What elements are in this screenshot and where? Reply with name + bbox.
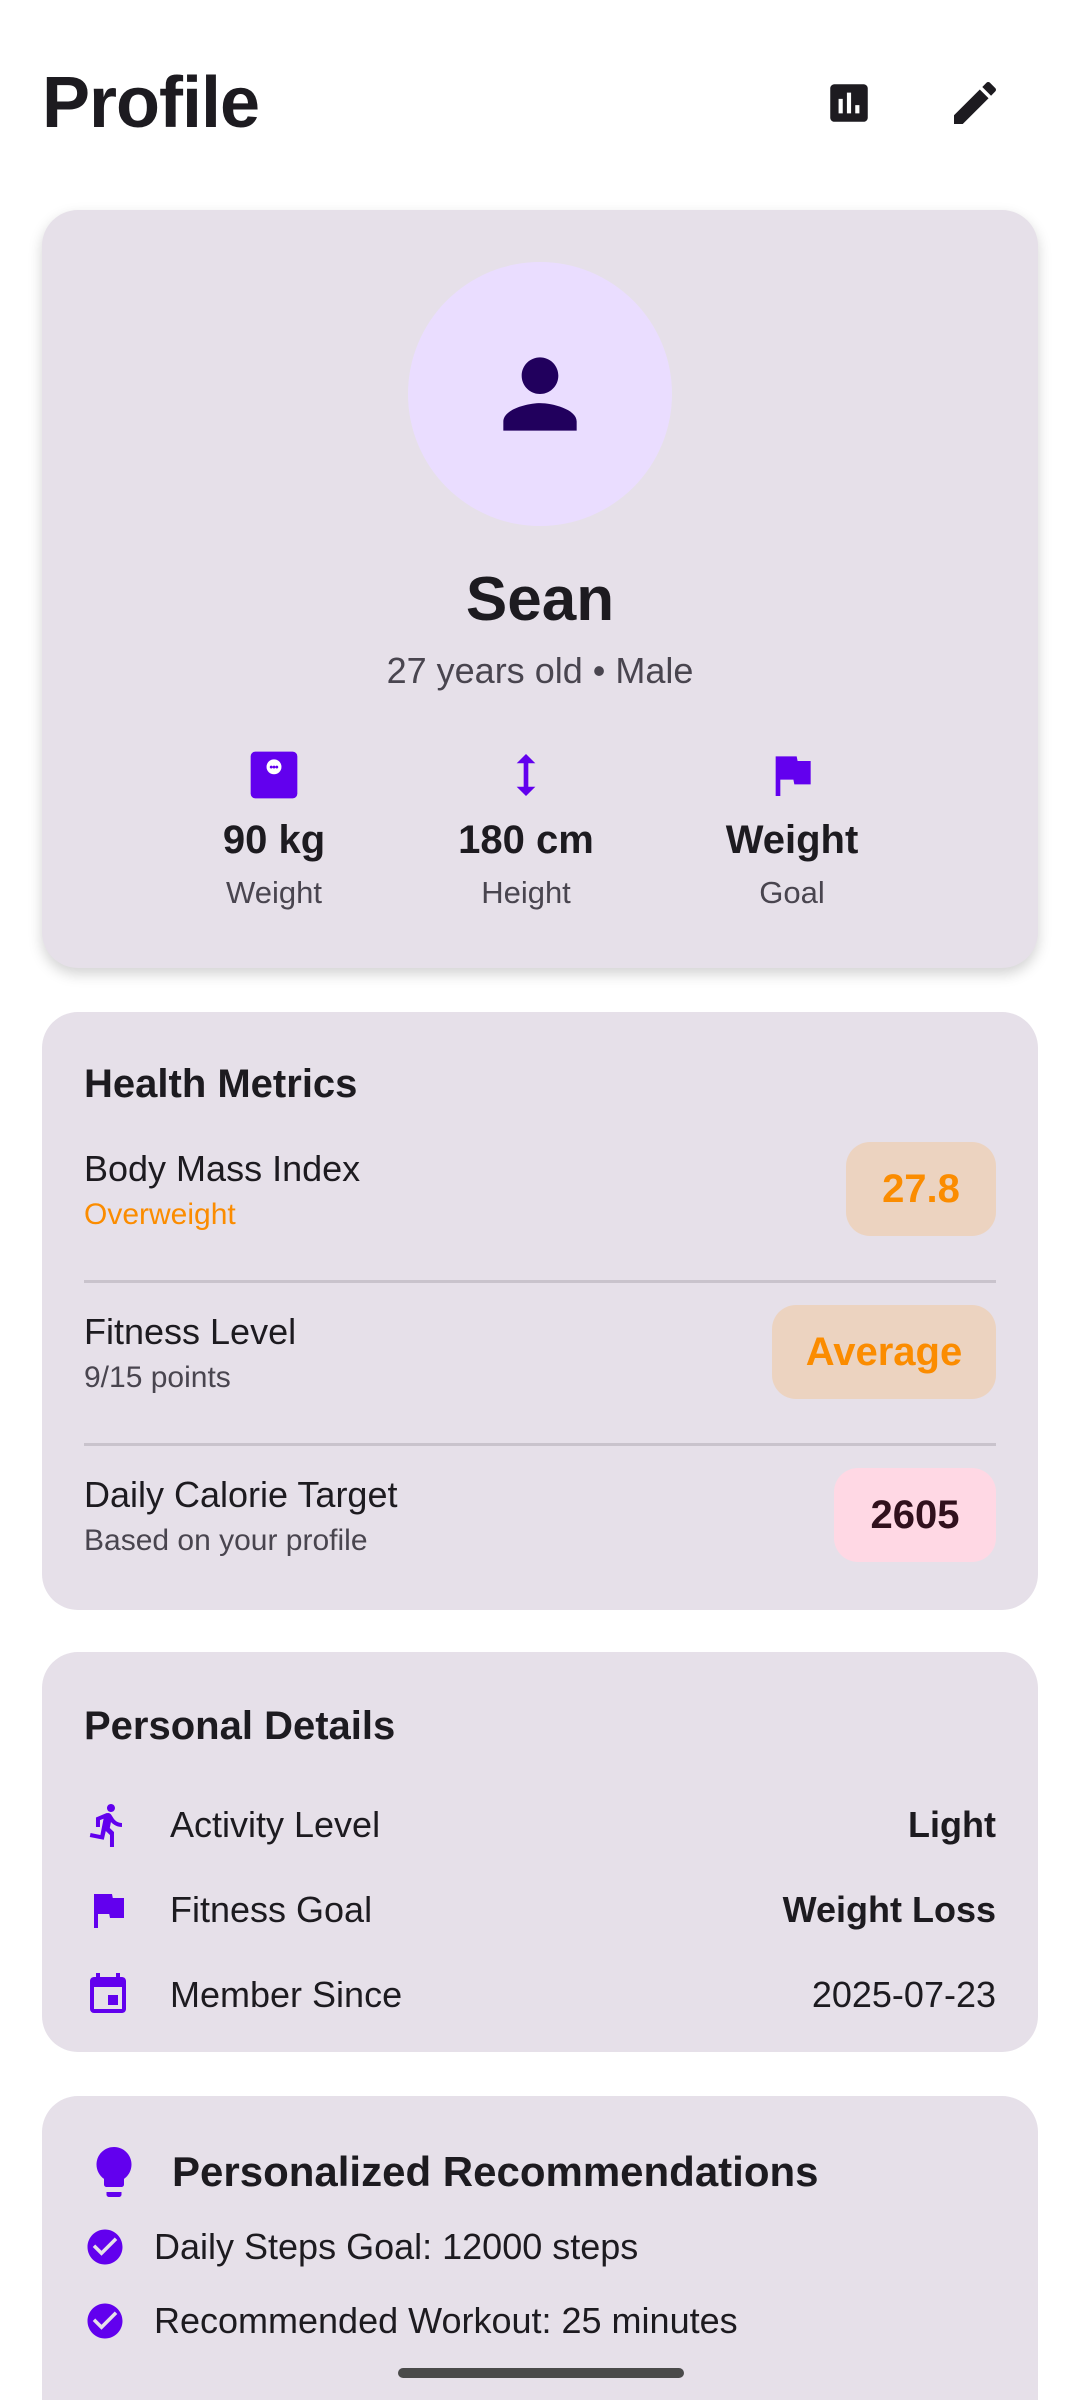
stat-height: 180 cm Height <box>376 740 676 911</box>
recommendation-workout: Recommended Workout: 25 minutes <box>154 2300 738 2341</box>
profile-summary-card: Sean 27 years old • Male 90 kg Weight 18… <box>42 210 1038 968</box>
fitness-level-title: Fitness Level <box>84 1311 297 1352</box>
bmi-title: Body Mass Index <box>84 1148 361 1189</box>
personal-details-card: Personal Details Activity Level Light Fi… <box>42 1652 1038 2052</box>
divider <box>84 1280 996 1283</box>
metric-row-bmi: Body Mass Index Overweight 27.8 <box>84 1130 996 1293</box>
lightbulb-icon <box>96 2147 132 2197</box>
fitness-level-chip: Average <box>772 1305 996 1399</box>
activity-level-label: Activity Level <box>170 1804 381 1845</box>
height-value: 180 cm <box>458 818 594 862</box>
health-metrics-title: Health Metrics <box>84 1062 358 1106</box>
avatar <box>408 262 672 526</box>
personal-details-title: Personal Details <box>84 1704 396 1748</box>
stat-goal: Weight Goal <box>642 740 942 911</box>
detail-row-member-since: Member Since 2025-07-23 <box>84 1960 996 2030</box>
user-name: Sean <box>465 565 615 634</box>
recommendations-header: Personalized Recommendations <box>84 2142 819 2202</box>
bar-chart-icon <box>830 84 868 122</box>
bmi-category: Overweight <box>84 1198 236 1231</box>
stats-button[interactable] <box>816 70 882 136</box>
height-icon <box>516 754 536 796</box>
metric-row-fitness-level: Fitness Level 9/15 points Average <box>84 1293 996 1456</box>
divider <box>84 1443 996 1446</box>
fitness-level-points: 9/15 points <box>84 1361 231 1394</box>
edit-button[interactable] <box>942 70 1008 136</box>
goal-label: Goal <box>759 875 825 910</box>
member-since-label: Member Since <box>170 1974 403 2015</box>
recommendation-item: Daily Steps Goal: 12000 steps <box>84 2226 638 2268</box>
bmi-value-chip: 27.8 <box>846 1142 996 1236</box>
page-title: Profile <box>42 63 260 143</box>
person-icon <box>503 357 577 431</box>
detail-row-fitness-goal: Fitness Goal Weight Loss <box>84 1875 996 1945</box>
calorie-target-chip: 2605 <box>834 1468 996 1562</box>
top-app-bar: Profile <box>0 0 1080 200</box>
profile-screen: Profile Sean 27 years old • Male 90 kg W… <box>0 0 1080 2400</box>
fitness-goal-value: Weight Loss <box>782 1889 996 1930</box>
recommendations-title: Personalized Recommendations <box>172 2148 819 2195</box>
recommendations-card: Personalized Recommendations Daily Steps… <box>42 2096 1038 2400</box>
check-circle-icon <box>87 2229 123 2265</box>
detail-row-activity-level: Activity Level Light <box>84 1790 996 1860</box>
calendar-icon <box>90 1973 126 2013</box>
user-age-gender: 27 years old • Male <box>386 650 694 691</box>
flag-icon <box>775 756 811 796</box>
recommendation-steps: Daily Steps Goal: 12000 steps <box>154 2226 639 2267</box>
edit-pencil-icon <box>954 81 997 124</box>
height-label: Height <box>481 875 571 910</box>
flag-icon <box>94 1894 124 1928</box>
member-since-value: 2025-07-23 <box>811 1974 996 2015</box>
calorie-target-subtitle: Based on your profile <box>84 1524 368 1557</box>
gesture-home-indicator[interactable] <box>398 2368 684 2378</box>
check-circle-icon <box>87 2303 123 2339</box>
goal-value: Weight <box>725 818 859 862</box>
calorie-target-title: Daily Calorie Target <box>84 1474 398 1515</box>
activity-level-value: Light <box>908 1804 996 1845</box>
fitness-goal-label: Fitness Goal <box>170 1889 373 1930</box>
recommendation-item: Recommended Workout: 25 minutes <box>84 2300 738 2342</box>
metric-row-calorie-target: Daily Calorie Target Based on your profi… <box>84 1456 996 1619</box>
running-icon <box>89 1803 122 1847</box>
health-metrics-card: Health Metrics Body Mass Index Overweigh… <box>42 1012 1038 1610</box>
scale-icon <box>250 751 298 799</box>
